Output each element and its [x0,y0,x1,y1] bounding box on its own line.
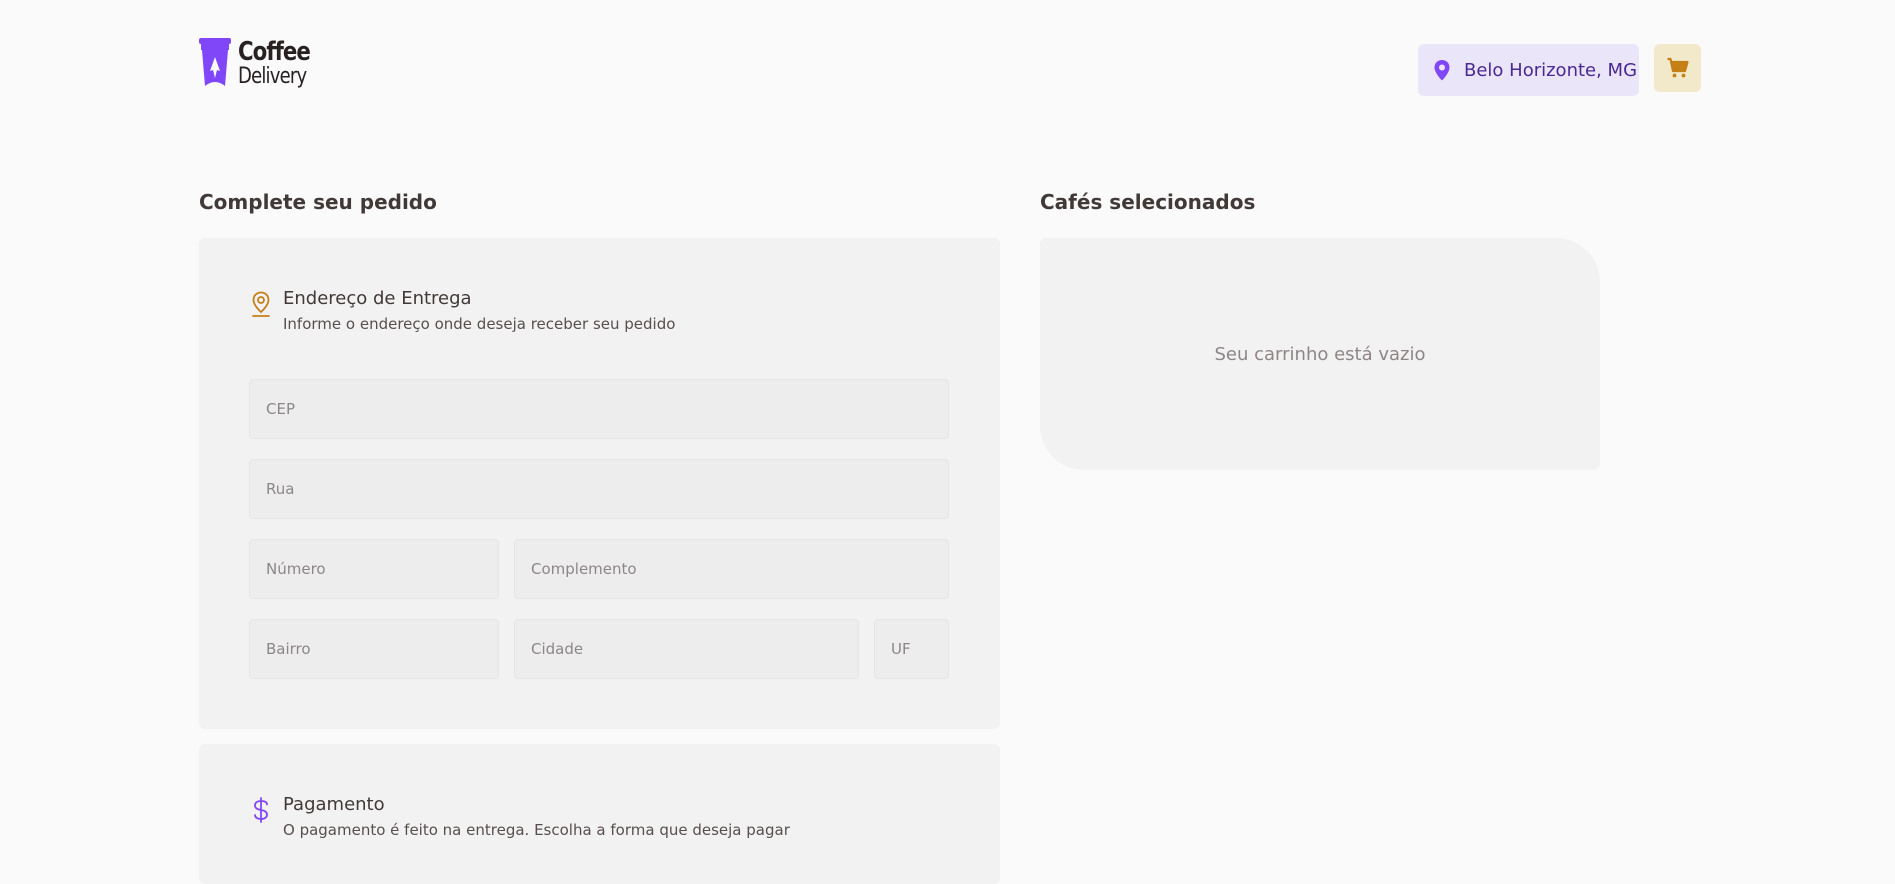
logo-line-2: Delivery [238,63,307,89]
address-title: Endereço de Entrega [283,288,472,309]
address-card: Endereço de Entrega Informe o endereço o… [199,238,1000,729]
currency-dollar-icon [254,797,268,823]
map-pin-outline-icon [252,291,270,317]
location-label: Belo Horizonte, MG [1464,59,1638,81]
cart-card: Seu carrinho está vazio [1040,238,1600,470]
logo[interactable]: Coffee Delivery [199,38,326,88]
coffee-cup-logo-icon [199,38,231,86]
payment-card: Pagamento O pagamento é feito na entrega… [199,744,1000,884]
header: Coffee Delivery Belo Horizonte, MG [0,0,1895,140]
cep-input[interactable]: CEP [249,379,949,439]
map-pin-icon [1434,60,1450,81]
payment-card-header: Pagamento O pagamento é feito na entrega… [249,794,790,839]
empty-cart-message: Seu carrinho está vazio [1214,343,1426,365]
selected-coffees-title: Cafés selecionados [1040,190,1256,214]
number-input[interactable]: Número [249,539,499,599]
cart-button[interactable] [1654,44,1701,92]
payment-subtitle: O pagamento é feito na entrega. Escolha … [283,821,790,839]
payment-title: Pagamento [283,794,385,815]
order-form-title: Complete seu pedido [199,190,437,214]
address-subtitle: Informe o endereço onde deseja receber s… [283,315,676,333]
address-card-header: Endereço de Entrega Informe o endereço o… [249,288,675,333]
state-input[interactable]: UF [874,619,949,679]
neighborhood-input[interactable]: Bairro [249,619,499,679]
street-input[interactable]: Rua [249,459,949,519]
complement-input[interactable]: Complemento [514,539,949,599]
logo-line-1: Coffee [238,36,311,67]
location-badge[interactable]: Belo Horizonte, MG [1418,44,1639,96]
city-input[interactable]: Cidade [514,619,859,679]
shopping-cart-icon [1667,57,1689,78]
